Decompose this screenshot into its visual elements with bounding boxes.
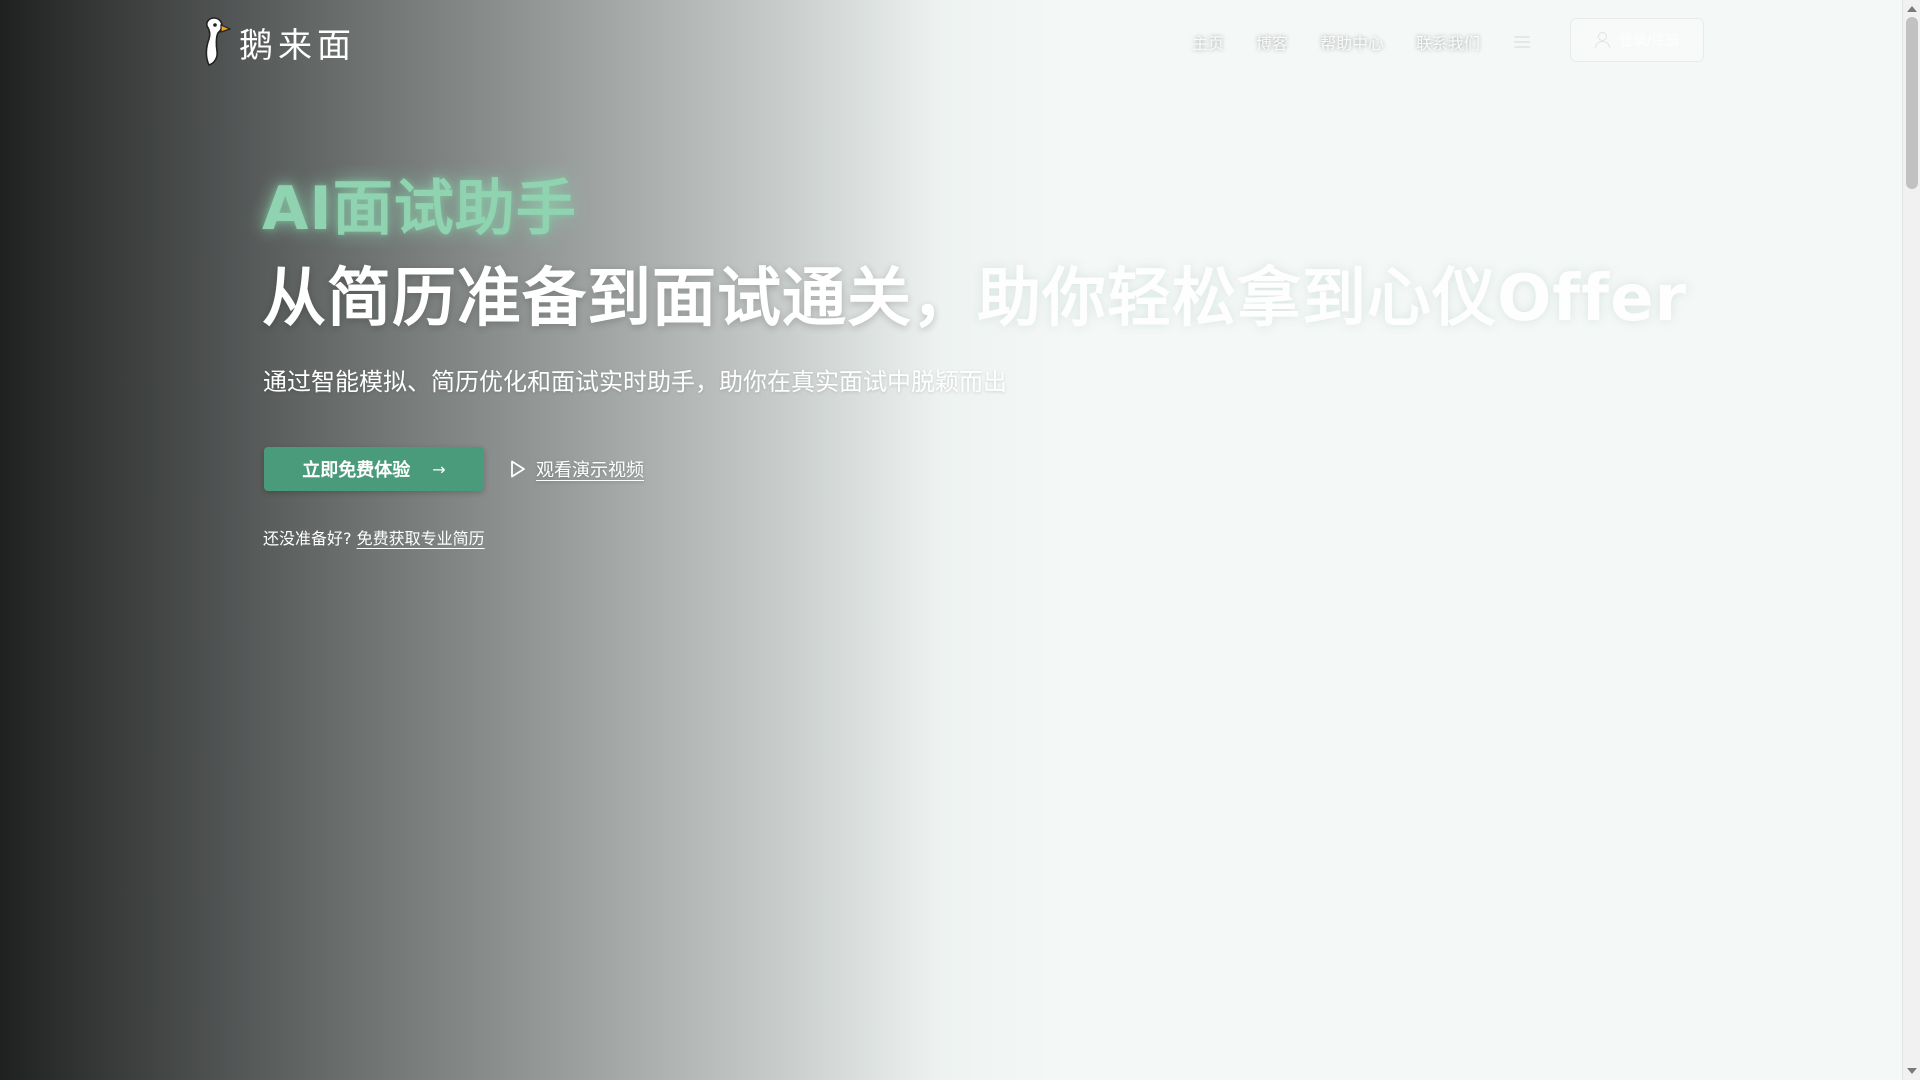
goose-icon (205, 17, 231, 66)
hero-subtitle: 通过智能模拟、简历优化和面试实时助手，助你在真实面试中脱颖而出 (263, 368, 1007, 396)
nav-item-home[interactable]: 主页 (1192, 30, 1224, 54)
login-register-button[interactable]: 登录/注册 (1570, 18, 1704, 62)
watch-demo-label: 观看演示视频 (536, 460, 644, 481)
user-icon (1594, 32, 1610, 48)
hero-title-part2: 助你轻松拿到心仪Offer (977, 262, 1688, 336)
top-nav: 主页 博客 帮助中心 联系我们 (1192, 28, 1532, 56)
play-icon (511, 460, 525, 478)
menu-icon[interactable] (1512, 34, 1532, 50)
scrollbar-thumb[interactable] (1906, 17, 1918, 189)
free-trial-button[interactable]: 立即免费体验 → (264, 447, 484, 491)
hero-kicker: AI面试助手 (262, 174, 577, 244)
page-scrollbar[interactable] (1902, 0, 1920, 1080)
landing-page: 鹅来面 主页 博客 帮助中心 联系我们 登录/注册 AI面试助手 从简历准备到面… (0, 0, 1902, 1080)
scroll-down-icon[interactable] (1907, 1068, 1917, 1074)
arrow-right-icon: → (432, 459, 446, 479)
brand-name: 鹅来面 (239, 25, 356, 66)
hero-title: 从简历准备到面试通关，助你轻松拿到心仪Offer (262, 247, 1687, 339)
nav-item-blog[interactable]: 博客 (1256, 30, 1288, 54)
free-trial-label: 立即免费体验 (302, 460, 411, 481)
resume-prompt: 还没准备好? (263, 529, 352, 548)
scroll-up-icon[interactable] (1907, 6, 1917, 12)
brand-logo[interactable]: 鹅来面 (199, 16, 356, 68)
nav-item-contact[interactable]: 联系我们 (1416, 30, 1480, 54)
resume-prompt-line: 还没准备好? 免费获取专业简历 (263, 525, 485, 549)
login-register-label: 登录/注册 (1618, 33, 1680, 49)
hero-title-part1: 从简历准备到面试通关， (262, 262, 977, 336)
free-resume-link[interactable]: 免费获取专业简历 (357, 529, 485, 548)
nav-item-help-center[interactable]: 帮助中心 (1320, 30, 1384, 54)
watch-demo-link[interactable]: 观看演示视频 (510, 456, 644, 482)
